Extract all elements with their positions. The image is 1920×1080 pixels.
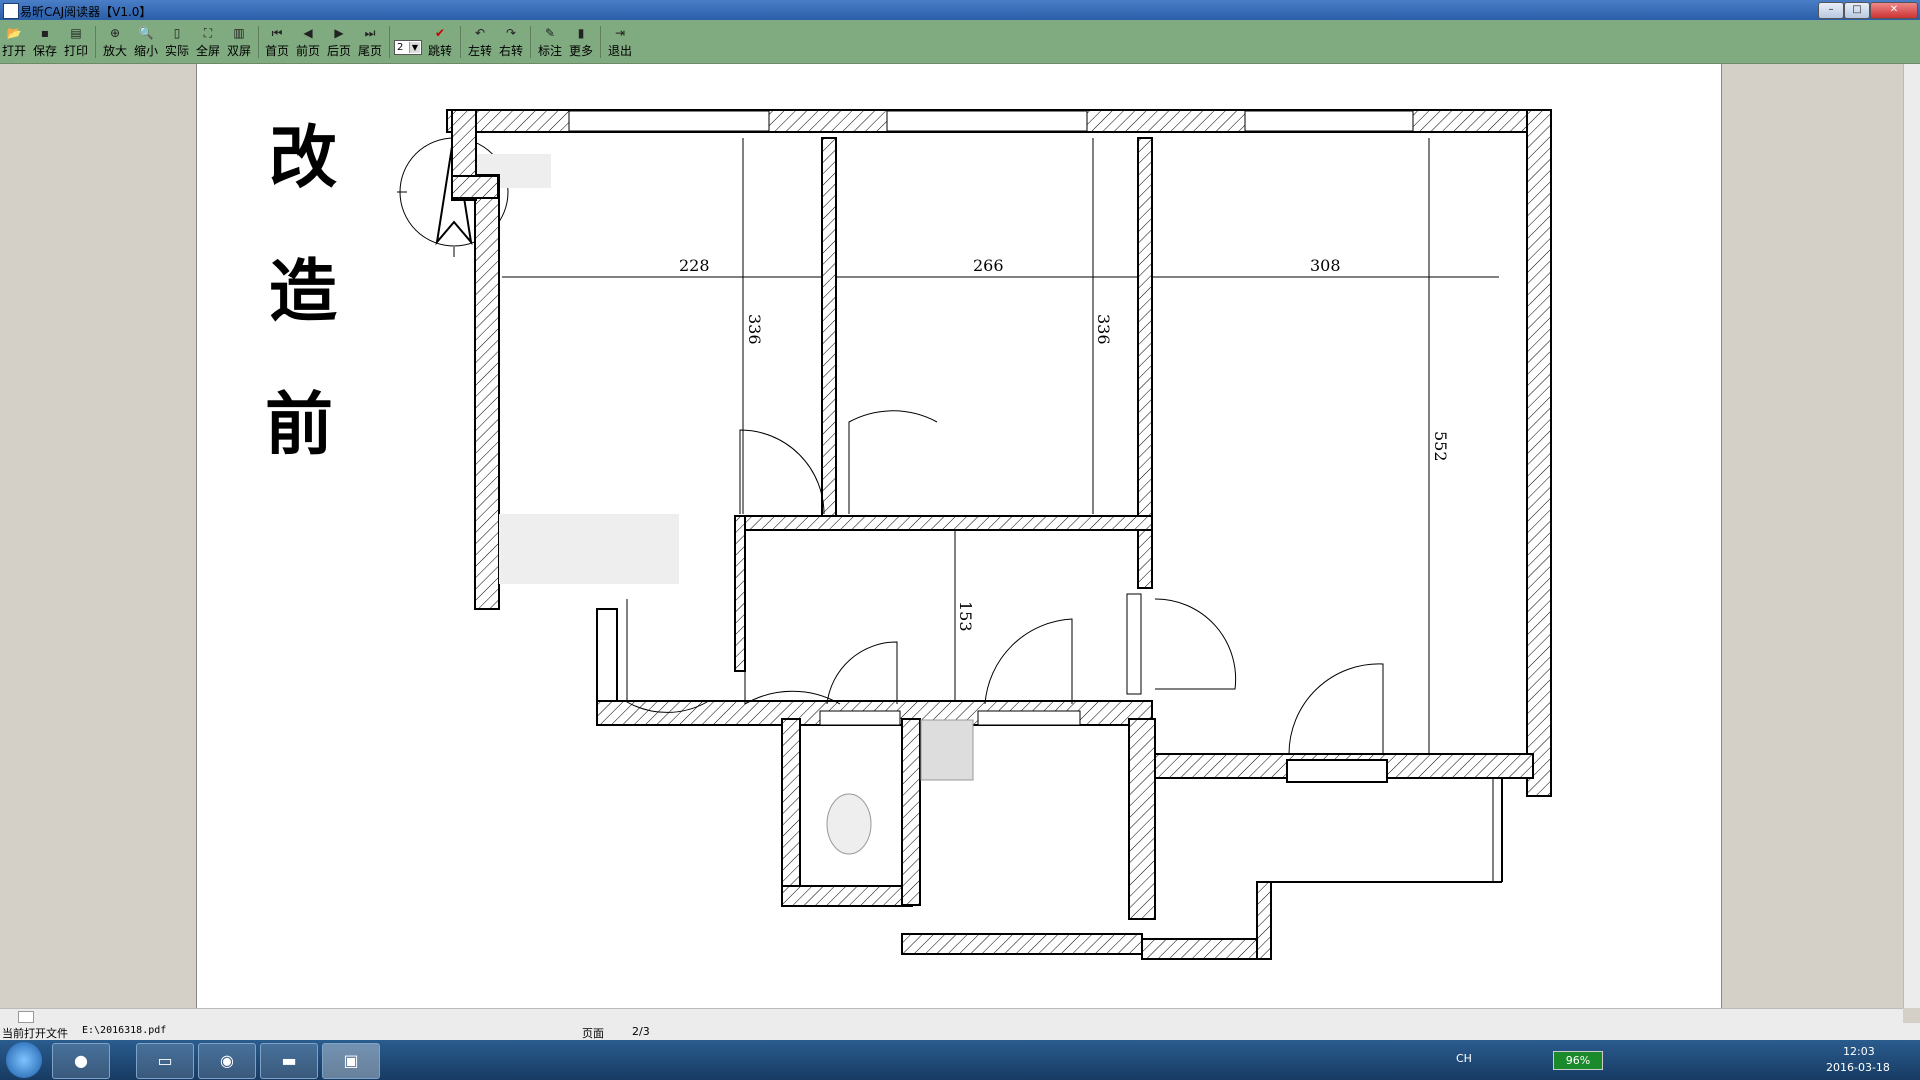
- first-page-button[interactable]: ⏮ 首页: [263, 24, 291, 60]
- dimension-153: 153: [956, 601, 975, 632]
- dimension-336-left: 336: [745, 314, 764, 345]
- clock-time[interactable]: 12:03: [1843, 1045, 1875, 1058]
- actual-size-icon: ▯: [173, 26, 181, 40]
- dimension-266: 266: [973, 256, 1004, 275]
- horizontal-scrollbar[interactable]: [0, 1008, 1903, 1024]
- scroll-thumb[interactable]: [18, 1011, 34, 1023]
- open-button[interactable]: 📂 打开: [0, 24, 28, 60]
- minimize-button[interactable]: –: [1818, 2, 1844, 19]
- toolbar: 📂 打开 ▪ 保存 ▤ 打印 ⊕ 放大 🔍 缩小 ▯ 实际 ⛶ 全屏 ▥ 双屏 ⏮ 首页 ◀ 前页 …: [0, 20, 1920, 64]
- toolbar-separator: [95, 26, 96, 58]
- clock-date[interactable]: 2016-03-18: [1826, 1061, 1890, 1074]
- rotate-right-button[interactable]: ↷ 右转: [497, 24, 525, 60]
- more-icon: ▮: [577, 26, 585, 40]
- zoom-in-icon: ⊕: [109, 26, 121, 40]
- next-page-button[interactable]: ▶ 后页: [325, 24, 353, 60]
- page-value: 2/3: [632, 1025, 650, 1038]
- lang-indicator[interactable]: CH: [1456, 1052, 1472, 1065]
- last-page-button[interactable]: ⏭ 尾页: [356, 24, 384, 60]
- annotate-icon: ✎: [544, 26, 556, 40]
- taskbar-reader-icon[interactable]: ▣: [322, 1043, 380, 1079]
- dual-screen-button[interactable]: ▥ 双屏: [225, 24, 253, 60]
- taskbar-browser-icon[interactable]: ◉: [198, 1043, 256, 1079]
- status-bar: 当前打开文件 E:\2016318.pdf 页面 2/3: [0, 1023, 1920, 1040]
- dimension-552: 552: [1431, 431, 1450, 462]
- print-icon: ▤: [70, 26, 82, 40]
- last-page-icon: ⏭: [364, 26, 376, 40]
- prev-page-button[interactable]: ◀ 前页: [294, 24, 322, 60]
- actual-size-button[interactable]: ▯ 实际: [163, 24, 191, 60]
- toolbar-separator: [600, 26, 601, 58]
- taskbar-app-icon[interactable]: ●: [52, 1043, 110, 1079]
- goto-button[interactable]: ✔ 跳转: [426, 24, 454, 60]
- dimension-308: 308: [1310, 256, 1341, 275]
- document-workspace: 改 造 前 N: [0, 64, 1920, 1008]
- save-icon: ▪: [40, 26, 50, 40]
- zoom-in-button[interactable]: ⊕ 放大: [101, 24, 129, 60]
- toolbar-separator: [258, 26, 259, 58]
- vertical-scrollbar[interactable]: [1903, 64, 1920, 1008]
- maximize-button[interactable]: □: [1844, 2, 1870, 19]
- page-select[interactable]: 2 ▼: [394, 40, 422, 55]
- annotate-button[interactable]: ✎ 标注: [536, 24, 564, 60]
- goto-icon: ✔: [434, 26, 446, 40]
- zoom-out-icon: 🔍: [138, 26, 154, 40]
- page-select-value: 2: [397, 42, 404, 53]
- taskbar-folder-icon[interactable]: ▭: [136, 1043, 194, 1079]
- toolbar-separator: [460, 26, 461, 58]
- first-page-icon: ⏮: [271, 26, 283, 40]
- document-page: 改 造 前 N: [196, 64, 1722, 1008]
- toolbar-separator: [389, 26, 390, 58]
- print-button[interactable]: ▤ 打印: [62, 24, 90, 60]
- floor-plan: N: [397, 109, 1552, 960]
- dimension-228: 228: [679, 256, 710, 275]
- page-label: 页面: [582, 1027, 604, 1040]
- chevron-down-icon: ▼: [409, 42, 420, 53]
- open-icon: 📂: [6, 26, 22, 40]
- exit-button[interactable]: ⇥ 退出: [606, 24, 634, 60]
- window-title: 易昕CAJ阅读器【V1.0】: [20, 5, 152, 19]
- dual-screen-icon: ▥: [233, 26, 245, 40]
- file-path: E:\2016318.pdf: [82, 1025, 167, 1036]
- next-page-icon: ▶: [334, 26, 344, 40]
- rotate-left-icon: ↶: [474, 26, 486, 40]
- dimension-336-right: 336: [1094, 314, 1113, 345]
- fullscreen-icon: ⛶: [203, 26, 213, 40]
- save-button[interactable]: ▪ 保存: [31, 24, 59, 60]
- toolbar-separator: [530, 26, 531, 58]
- prev-page-icon: ◀: [303, 26, 313, 40]
- exit-icon: ⇥: [614, 26, 626, 40]
- fullscreen-button[interactable]: ⛶ 全屏: [194, 24, 222, 60]
- close-button[interactable]: ✕: [1870, 2, 1918, 19]
- battery-indicator[interactable]: 96%: [1553, 1051, 1603, 1070]
- taskbar-explorer-icon[interactable]: ▬: [260, 1043, 318, 1079]
- more-button[interactable]: ▮ 更多: [567, 24, 595, 60]
- rotate-left-button[interactable]: ↶ 左转: [466, 24, 494, 60]
- taskbar: ● ▭ ◉ ▬ ▣ CH 96% 12:03 2016-03-18: [0, 1040, 1920, 1080]
- rotate-right-icon: ↷: [505, 26, 517, 40]
- title-bar: 易昕CAJ阅读器【V1.0】 – □ ✕: [0, 0, 1920, 20]
- app-icon: [3, 3, 19, 19]
- file-label: 当前打开文件: [2, 1027, 68, 1040]
- start-button[interactable]: [6, 1042, 42, 1078]
- zoom-out-button[interactable]: 🔍 缩小: [132, 24, 160, 60]
